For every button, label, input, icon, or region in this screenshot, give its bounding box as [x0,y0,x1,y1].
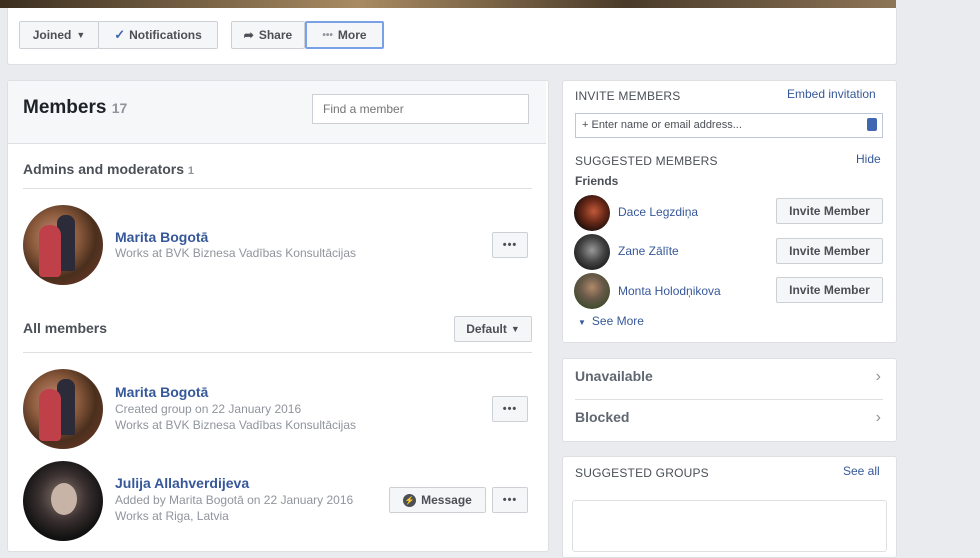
member-work-detail: Works at BVK Biznesa Vadības Konsultācij… [115,418,357,432]
notifications-label: Notifications [129,28,202,42]
blocked-label: Blocked [575,409,630,425]
embed-invitation-link[interactable]: Embed invitation [787,87,876,101]
see-more-label: See More [591,314,644,328]
notifications-button[interactable]: ✓ Notifications [98,21,218,49]
members-title: Members 17 [23,97,127,119]
member-name[interactable]: Marita Bogotā [115,384,208,400]
admins-divider [23,188,532,189]
admin-detail: Works at BVK Biznesa Vadības Konsultācij… [115,246,357,260]
caret-down-icon: ▼ [578,318,586,327]
avatar-figure [39,389,61,441]
caret-down-icon: ▼ [510,324,520,334]
messenger-icon: ⚡ [403,493,417,507]
invite-member-button[interactable]: Invite Member [776,277,883,303]
all-members-divider [23,352,532,353]
blocked-row[interactable]: Blocked › [575,409,885,433]
admins-count: 1 [187,165,195,177]
avatar[interactable] [23,461,103,541]
more-label: More [337,28,367,42]
member-more-button[interactable]: ••• [492,396,528,422]
cover-photo-strip [0,0,896,8]
member-more-button[interactable]: ••• [492,487,528,513]
unavailable-row[interactable]: Unavailable › [575,368,885,392]
invite-title: INVITE MEMBERS [575,89,681,103]
invite-member-label: Invite Member [789,204,870,218]
avatar-face [51,483,77,515]
suggested-group-card[interactable] [572,500,887,552]
suggested-groups-title: SUGGESTED GROUPS [575,466,709,480]
more-button[interactable]: ••• More [305,21,384,49]
caret-down-icon: ▼ [76,30,86,40]
admins-heading: Admins and moderators 1 [23,161,194,177]
share-arrow-icon: ➦ [243,28,254,42]
invite-member-button[interactable]: Invite Member [776,198,883,224]
joined-button[interactable]: Joined ▼ [19,21,99,49]
chevron-right-icon: › [875,368,881,385]
chevron-right-icon: › [875,409,881,426]
avatar[interactable] [574,273,610,309]
invite-member-button[interactable]: Invite Member [776,238,883,264]
more-dots-icon: ••• [502,494,518,506]
avatar-figure [39,225,61,277]
more-dots-icon: ••• [502,239,518,251]
joined-label: Joined [32,28,72,42]
avatar[interactable] [23,205,103,285]
unavailable-label: Unavailable [575,368,653,384]
more-dots-icon: ••• [502,403,518,415]
invite-input-placeholder: + Enter name or email address... [582,119,742,131]
find-member-input[interactable] [312,94,529,124]
share-button[interactable]: ➦ Share [231,21,305,49]
invite-member-label: Invite Member [789,244,870,258]
friend-name[interactable]: Dace Legzdiņa [618,205,698,219]
member-name[interactable]: Julija Allahverdijeva [115,475,249,491]
share-label: Share [258,28,293,42]
sort-dropdown[interactable]: Default ▼ [454,316,532,342]
suggested-members-title: SUGGESTED MEMBERS [575,154,718,168]
members-title-text: Members [23,97,107,118]
friend-name[interactable]: Monta Holodņikova [618,284,721,298]
message-button[interactable]: ⚡ Message [389,487,486,513]
see-all-link[interactable]: See all [843,464,880,478]
all-members-heading: All members [23,320,108,336]
member-joined-detail: Added by Marita Bogotā on 22 January 201… [115,493,354,507]
members-count: 17 [111,100,128,116]
admin-more-button[interactable]: ••• [492,232,528,258]
admin-name[interactable]: Marita Bogotā [115,229,208,245]
invite-member-label: Invite Member [789,283,870,297]
check-icon: ✓ [114,27,126,42]
member-work-detail: Works at Riga, Latvia [115,509,229,523]
member-joined-detail: Created group on 22 January 2016 [115,402,302,416]
avatar[interactable] [574,234,610,270]
contacts-icon[interactable] [867,118,877,131]
hide-link[interactable]: Hide [856,152,881,166]
invite-input[interactable]: + Enter name or email address... [575,113,883,138]
status-divider [575,399,883,400]
more-dots-icon: ••• [322,29,333,41]
members-header-divider [8,143,546,144]
message-label: Message [421,493,472,507]
friend-name[interactable]: Zane Zālīte [618,244,679,258]
admins-label: Admins and moderators [23,161,185,177]
avatar[interactable] [574,195,610,231]
sort-label: Default [466,322,507,336]
avatar[interactable] [23,369,103,449]
friends-label: Friends [575,174,619,188]
see-more-link[interactable]: ▼ See More [578,314,644,328]
